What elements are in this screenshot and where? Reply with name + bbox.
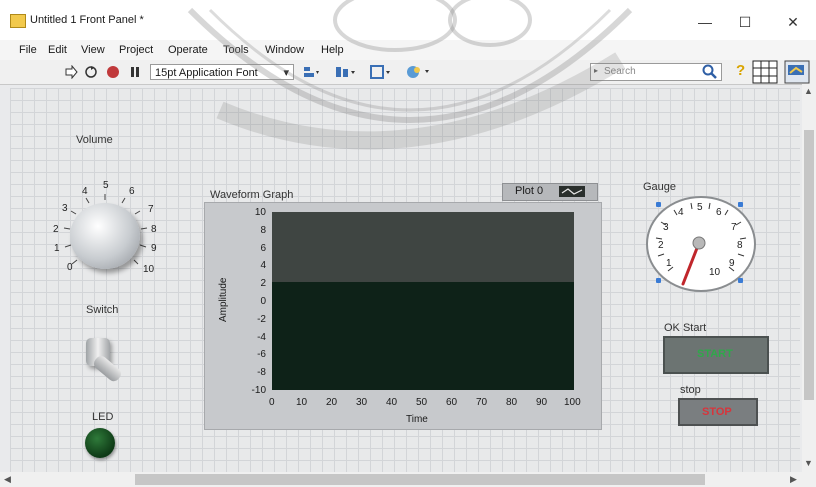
- plot-area[interactable]: [272, 282, 574, 390]
- x-tick-label: 0: [269, 397, 275, 408]
- y-tick-label: 6: [260, 242, 266, 254]
- stop-button[interactable]: STOP: [678, 398, 758, 426]
- scroll-up-icon[interactable]: ▲: [804, 86, 813, 96]
- x-tick-label: 30: [356, 397, 368, 408]
- x-tick-label: 20: [326, 397, 338, 408]
- gauge-label: Gauge: [643, 181, 677, 193]
- vertical-scrollbar-thumb[interactable]: [804, 130, 814, 400]
- x-tick-label: 90: [536, 397, 548, 408]
- y-tick-label: -10: [251, 385, 266, 396]
- plot-legend[interactable]: Plot 0: [502, 183, 598, 201]
- selection-handle[interactable]: [656, 202, 661, 207]
- search-icon[interactable]: [702, 64, 718, 80]
- scroll-right-icon[interactable]: ▶: [790, 474, 797, 485]
- y-tick-label: -4: [257, 331, 266, 343]
- minimize-button[interactable]: —: [690, 12, 720, 32]
- led-indicator: [85, 428, 115, 458]
- start-button[interactable]: START: [663, 336, 769, 374]
- vi-icon[interactable]: [784, 60, 810, 84]
- stop-label: stop: [680, 384, 701, 396]
- connector-pane-icon[interactable]: [752, 60, 778, 84]
- close-button[interactable]: ✕: [778, 12, 808, 32]
- x-tick-label: 40: [386, 397, 398, 408]
- plot-area-upper[interactable]: [272, 212, 574, 282]
- start-label: OK Start: [664, 322, 707, 334]
- y-tick-label: 0: [260, 296, 266, 307]
- selection-handle[interactable]: [738, 278, 743, 283]
- stop-button-text: STOP: [702, 406, 732, 418]
- x-axis-label: Time: [406, 414, 428, 425]
- abort-icon[interactable]: [106, 65, 120, 79]
- volume-knob[interactable]: [70, 203, 140, 269]
- menu-view[interactable]: View: [81, 44, 105, 56]
- x-tick-label: 60: [446, 397, 458, 408]
- y-tick-label: -2: [257, 313, 266, 325]
- y-tick-label: 2: [260, 278, 266, 290]
- menu-file[interactable]: File: [19, 44, 37, 56]
- window-title: Untitled 1 Front Panel *: [30, 14, 144, 26]
- pause-icon[interactable]: [128, 65, 142, 79]
- run-continuously-icon[interactable]: [84, 65, 98, 79]
- x-tick-label: 70: [476, 397, 488, 408]
- volume-tick: 5: [103, 180, 109, 191]
- maximize-button[interactable]: ☐: [730, 12, 760, 32]
- y-tick-label: 8: [260, 224, 266, 236]
- help-icon[interactable]: ?: [736, 62, 745, 79]
- plot-legend-label: Plot 0: [515, 185, 544, 197]
- y-tick-label: 4: [260, 260, 266, 272]
- graph-title: Waveform Graph: [210, 189, 294, 201]
- menu-edit[interactable]: Edit: [48, 44, 67, 56]
- x-tick-label: 100: [564, 397, 581, 408]
- x-tick-label: 10: [296, 397, 308, 408]
- scroll-left-icon[interactable]: ◀: [4, 474, 11, 485]
- selection-handle[interactable]: [738, 202, 743, 207]
- volume-label: Volume: [76, 134, 113, 146]
- y-tick-label: -8: [257, 367, 266, 379]
- app-icon: [10, 14, 26, 28]
- horizontal-scrollbar-thumb[interactable]: [135, 474, 705, 485]
- switch-label: Switch: [86, 304, 119, 316]
- selection-handle[interactable]: [656, 278, 661, 283]
- watermark-seal: [187, 0, 633, 150]
- menu-project[interactable]: Project: [119, 44, 153, 56]
- x-tick-label: 80: [506, 397, 518, 408]
- led-label: LED: [92, 411, 114, 423]
- plot-line-icon: [559, 186, 585, 197]
- y-axis-label: Amplitude: [218, 277, 229, 322]
- x-tick-label: 50: [416, 397, 428, 408]
- run-arrow-icon[interactable]: [64, 65, 78, 79]
- start-button-text: START: [697, 348, 733, 360]
- y-tick-label: 10: [254, 207, 266, 218]
- y-tick-label: -6: [257, 349, 266, 361]
- scroll-down-icon[interactable]: ▼: [804, 458, 813, 468]
